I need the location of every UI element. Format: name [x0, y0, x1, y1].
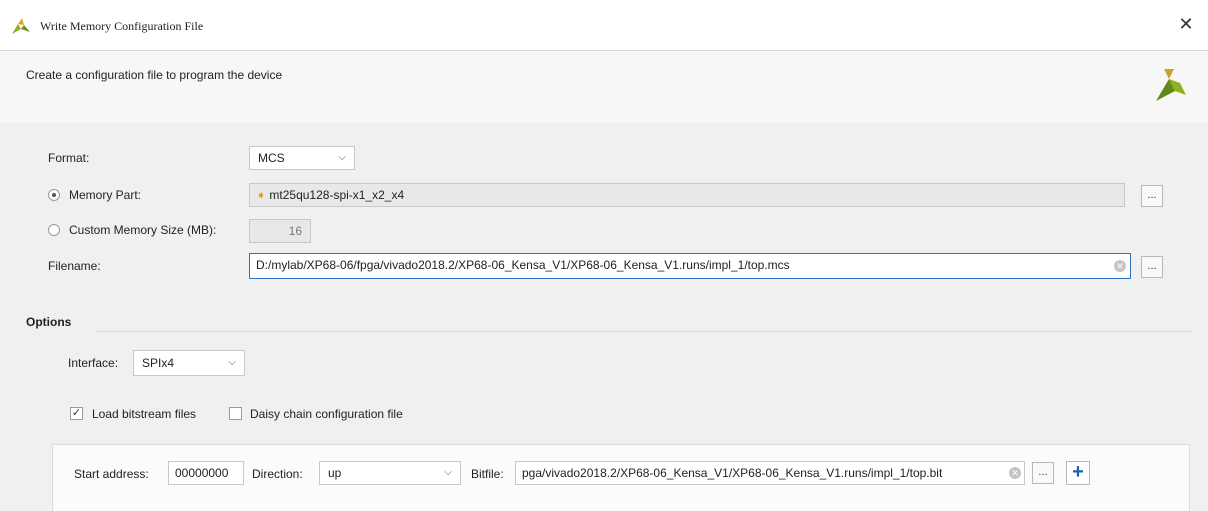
interface-select[interactable]: SPIx4 ⌵	[133, 350, 245, 376]
filename-browse-button[interactable]: ...	[1141, 256, 1163, 278]
options-divider	[95, 331, 1193, 332]
memory-part-field[interactable]: ➧ mt25qu128-spi-x1_x2_x4	[249, 183, 1125, 207]
plus-icon: +	[1072, 461, 1084, 483]
filename-label: Filename:	[48, 259, 101, 273]
bitfile-input[interactable]: pga/vivado2018.2/XP68-06_Kensa_V1/XP68-0…	[515, 461, 1025, 485]
title-bar: Write Memory Configuration File ✕	[0, 0, 1208, 51]
load-bitstream-checkbox[interactable]: ✓	[70, 407, 83, 420]
memory-chip-icon: ➧	[256, 188, 267, 202]
custom-memory-size-value: 16	[288, 224, 302, 238]
bitfile-label: Bitfile:	[471, 467, 504, 481]
direction-value: up	[328, 466, 342, 480]
memory-part-browse-button[interactable]: ...	[1141, 185, 1163, 207]
bitfile-browse-button[interactable]: ...	[1032, 462, 1054, 484]
clear-icon[interactable]: ✕	[1114, 260, 1126, 272]
custom-memory-size-field[interactable]: 16	[249, 219, 311, 243]
memory-part-value: mt25qu128-spi-x1_x2_x4	[269, 188, 405, 202]
add-bitfile-button[interactable]: +	[1066, 461, 1090, 485]
header-panel: Create a configuration file to program t…	[0, 51, 1208, 123]
bitfile-value: pga/vivado2018.2/XP68-06_Kensa_V1/XP68-0…	[522, 466, 943, 480]
format-label: Format:	[48, 151, 90, 165]
custom-memory-size-radio[interactable]	[48, 224, 60, 236]
chevron-down-icon: ⌵	[444, 467, 452, 478]
format-select[interactable]: MCS ⌵	[249, 146, 355, 170]
start-address-input[interactable]: 00000000	[168, 461, 244, 485]
options-section-title: Options	[26, 315, 72, 329]
custom-memory-size-label: Custom Memory Size (MB):	[69, 223, 217, 237]
direction-label: Direction:	[252, 467, 303, 481]
format-value: MCS	[258, 151, 285, 165]
chevron-down-icon: ⌵	[338, 152, 346, 163]
close-button[interactable]: ✕	[1174, 12, 1198, 36]
daisy-chain-checkbox[interactable]	[229, 407, 242, 420]
interface-value: SPIx4	[142, 356, 175, 370]
dialog-subtitle: Create a configuration file to program t…	[26, 68, 283, 82]
window-title: Write Memory Configuration File	[40, 19, 204, 33]
daisy-chain-label: Daisy chain configuration file	[250, 407, 403, 421]
load-bitstream-label: Load bitstream files	[92, 407, 197, 421]
start-address-label: Start address:	[74, 467, 149, 481]
memory-part-radio[interactable]	[48, 189, 60, 201]
direction-select[interactable]: up ⌵	[319, 461, 461, 485]
interface-label: Interface:	[68, 356, 119, 370]
filename-value: D:/mylab/XP68-06/fpga/vivado2018.2/XP68-…	[256, 258, 790, 272]
vivado-logo-icon	[1156, 69, 1186, 101]
start-address-value: 00000000	[175, 466, 229, 480]
close-icon: ✕	[1178, 14, 1194, 34]
clear-icon[interactable]: ✕	[1009, 467, 1021, 479]
filename-input[interactable]: D:/mylab/XP68-06/fpga/vivado2018.2/XP68-…	[249, 253, 1131, 279]
memory-part-label: Memory Part:	[69, 188, 142, 202]
vivado-app-icon	[12, 18, 30, 34]
chevron-down-icon: ⌵	[228, 357, 236, 368]
